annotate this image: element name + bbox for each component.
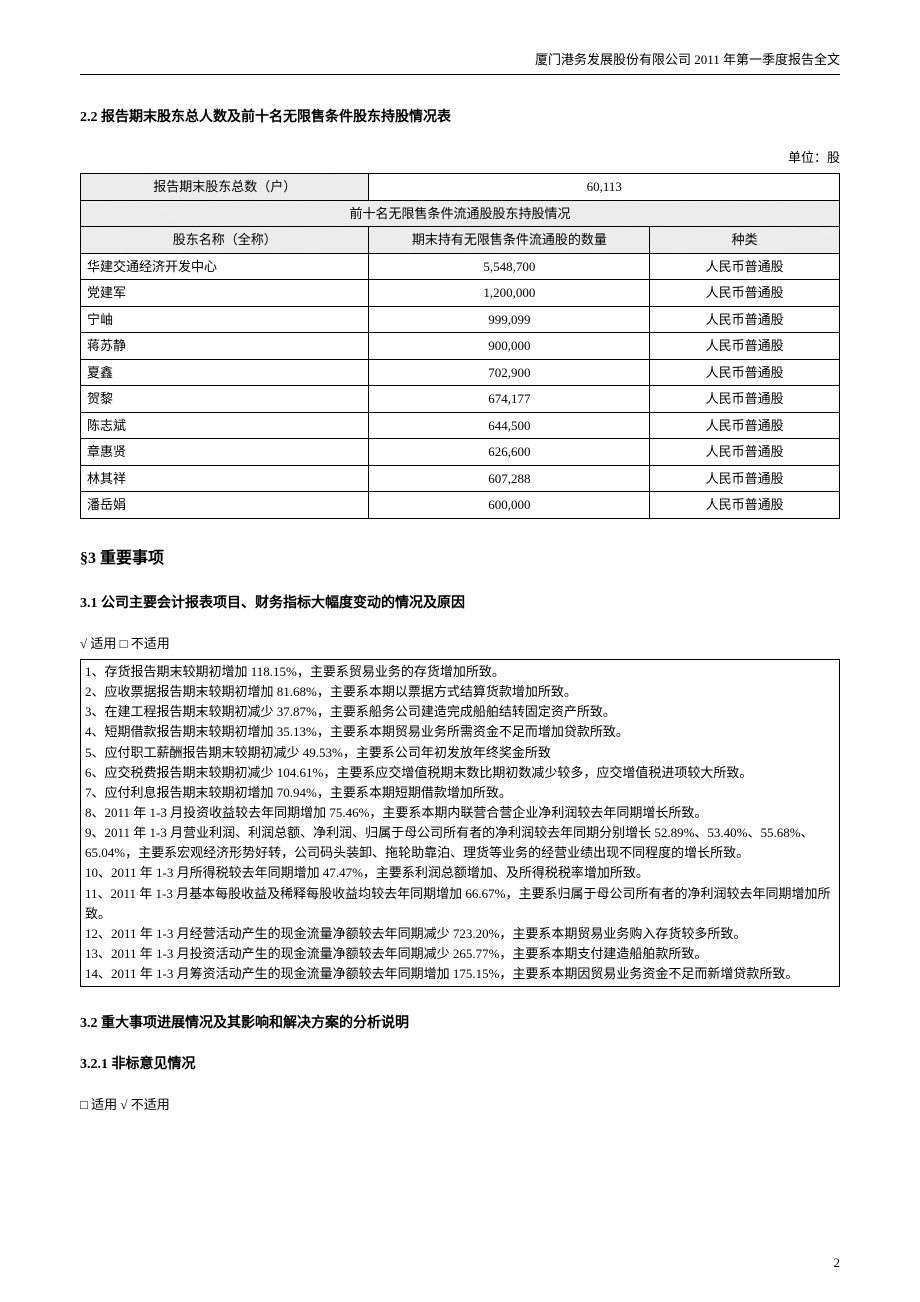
shareholder-name: 陈志斌 [81,412,369,439]
section-3-title: §3 重要事项 [80,547,840,571]
shareholder-name: 林其祥 [81,465,369,492]
reasons-box: 1、存货报告期末较期初增加 118.15%，主要系贸易业务的存货增加所致。2、应… [80,659,840,987]
reason-item: 13、2011 年 1-3 月投资活动产生的现金流量净额较去年同期减少 265.… [85,944,835,964]
total-shareholders-value: 60,113 [369,174,840,201]
table-row: 华建交通经济开发中心5,548,700人民币普通股 [81,253,840,280]
shareholder-type: 人民币普通股 [650,465,840,492]
table-row: 党建军1,200,000人民币普通股 [81,280,840,307]
reason-item: 2、应收票据报告期末较期初增加 81.68%，主要系本期以票据方式结算货款增加所… [85,682,835,702]
shareholder-shares: 626,600 [369,439,650,466]
shareholder-type: 人民币普通股 [650,306,840,333]
reason-item: 1、存货报告期末较期初增加 118.15%，主要系贸易业务的存货增加所致。 [85,662,835,682]
reason-item: 6、应交税费报告期末较期初减少 104.61%，主要系应交增值税期末数比期初数减… [85,763,835,783]
applicability-3-1: √ 适用 □ 不适用 [80,634,840,654]
table-row: 贺黎674,177人民币普通股 [81,386,840,413]
total-shareholders-label: 报告期末股东总数（户） [81,174,369,201]
section-3-2-1-title: 3.2.1 非标意见情况 [80,1054,840,1075]
table-row: 夏鑫702,900人民币普通股 [81,359,840,386]
section-2-2-title: 2.2 报告期末股东总人数及前十名无限售条件股东持股情况表 [80,107,840,128]
shareholder-name: 宁岫 [81,306,369,333]
unit-label: 单位：股 [80,148,840,168]
shareholder-type: 人民币普通股 [650,439,840,466]
shareholder-name: 夏鑫 [81,359,369,386]
section-3-2-title: 3.2 重大事项进展情况及其影响和解决方案的分析说明 [80,1013,840,1034]
col-type-header: 种类 [650,227,840,254]
reason-item: 14、2011 年 1-3 月筹资活动产生的现金流量净额较去年同期增加 175.… [85,964,835,984]
shareholder-name: 章惠贤 [81,439,369,466]
shareholder-type: 人民币普通股 [650,386,840,413]
shareholder-type: 人民币普通股 [650,412,840,439]
shareholder-type: 人民币普通股 [650,280,840,307]
shareholder-name: 潘岳娟 [81,492,369,519]
page-header: 厦门港务发展股份有限公司 2011 年第一季度报告全文 [80,50,840,75]
reason-item: 9、2011 年 1-3 月营业利润、利润总额、净利润、归属于母公司所有者的净利… [85,823,835,863]
reason-item: 10、2011 年 1-3 月所得税较去年同期增加 47.47%，主要系利润总额… [85,863,835,883]
shareholder-shares: 600,000 [369,492,650,519]
table-row: 陈志斌644,500人民币普通股 [81,412,840,439]
page-number: 2 [834,1253,841,1273]
shareholder-name: 贺黎 [81,386,369,413]
table-row: 宁岫999,099人民币普通股 [81,306,840,333]
col-name-header: 股东名称（全称） [81,227,369,254]
shareholder-name: 党建军 [81,280,369,307]
shareholder-name: 华建交通经济开发中心 [81,253,369,280]
shareholder-type: 人民币普通股 [650,359,840,386]
shareholder-type: 人民币普通股 [650,492,840,519]
table-row: 蒋苏静900,000人民币普通股 [81,333,840,360]
section-3-1-title: 3.1 公司主要会计报表项目、财务指标大幅度变动的情况及原因 [80,593,840,614]
shareholder-shares: 900,000 [369,333,650,360]
applicability-3-2-1: □ 适用 √ 不适用 [80,1095,840,1115]
shareholder-type: 人民币普通股 [650,253,840,280]
reason-item: 3、在建工程报告期末较期初减少 37.87%，主要系船务公司建造完成船舶结转固定… [85,702,835,722]
shareholder-shares: 674,177 [369,386,650,413]
shareholder-shares: 999,099 [369,306,650,333]
shareholder-shares: 5,548,700 [369,253,650,280]
reason-item: 11、2011 年 1-3 月基本每股收益及稀释每股收益均较去年同期增加 66.… [85,884,835,924]
shareholder-type: 人民币普通股 [650,333,840,360]
reason-item: 5、应付职工薪酬报告期末较期初减少 49.53%，主要系公司年初发放年终奖金所致 [85,743,835,763]
shareholder-shares: 607,288 [369,465,650,492]
table-row: 章惠贤626,600人民币普通股 [81,439,840,466]
reason-item: 8、2011 年 1-3 月投资收益较去年同期增加 75.46%，主要系本期内联… [85,803,835,823]
shareholder-shares: 702,900 [369,359,650,386]
shareholder-shares: 644,500 [369,412,650,439]
shareholder-name: 蒋苏静 [81,333,369,360]
shareholder-table: 报告期末股东总数（户） 60,113 前十名无限售条件流通股股东持股情况 股东名… [80,173,840,519]
reason-item: 4、短期借款报告期末较期初增加 35.13%，主要系本期贸易业务所需资金不足而增… [85,722,835,742]
top10-header: 前十名无限售条件流通股股东持股情况 [81,200,840,227]
shareholder-shares: 1,200,000 [369,280,650,307]
col-shares-header: 期末持有无限售条件流通股的数量 [369,227,650,254]
reason-item: 7、应付利息报告期末较期初增加 70.94%，主要系本期短期借款增加所致。 [85,783,835,803]
reason-item: 12、2011 年 1-3 月经营活动产生的现金流量净额较去年同期减少 723.… [85,924,835,944]
table-row: 林其祥607,288人民币普通股 [81,465,840,492]
table-row: 潘岳娟600,000人民币普通股 [81,492,840,519]
